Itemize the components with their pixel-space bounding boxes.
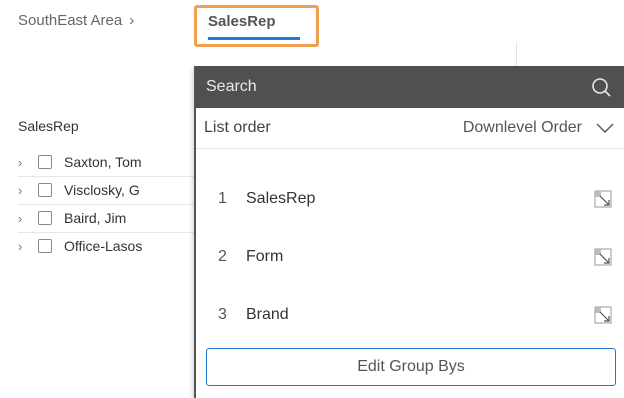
drilldown-icon[interactable] bbox=[594, 306, 612, 324]
item-label: Form bbox=[246, 248, 284, 265]
list-item[interactable]: › Baird, Jim bbox=[18, 204, 198, 233]
group-by-item[interactable]: 2 Form bbox=[196, 228, 624, 286]
row-checkbox[interactable] bbox=[38, 183, 52, 197]
list-item-label: Baird, Jim bbox=[64, 210, 127, 226]
chevron-right-icon[interactable]: › bbox=[18, 183, 32, 198]
breadcrumb-current-underline bbox=[208, 37, 300, 40]
search-input[interactable]: Search bbox=[196, 66, 624, 108]
group-by-item[interactable]: 3 Brand bbox=[196, 286, 624, 344]
item-index: 3 bbox=[218, 306, 227, 323]
item-index: 1 bbox=[218, 190, 227, 207]
list-item-label: Visclosky, G bbox=[64, 182, 140, 198]
search-placeholder[interactable]: Search bbox=[206, 78, 590, 96]
row-checkbox[interactable] bbox=[38, 155, 52, 169]
list-order-row: List order Downlevel Order bbox=[196, 108, 624, 149]
row-checkbox[interactable] bbox=[38, 239, 52, 253]
edit-group-bys-button[interactable]: Edit Group Bys bbox=[206, 348, 616, 386]
breadcrumb-current[interactable]: SalesRep bbox=[208, 13, 276, 30]
list-order-label: List order bbox=[204, 119, 271, 136]
list-item[interactable]: › Office-Lasos bbox=[18, 232, 198, 260]
list-item-label: Saxton, Tom bbox=[64, 154, 142, 170]
list-order-select[interactable]: Downlevel Order bbox=[463, 119, 614, 137]
list-order-value: Downlevel Order bbox=[462, 119, 582, 136]
chevron-right-icon[interactable]: › bbox=[18, 239, 32, 254]
item-index: 2 bbox=[218, 248, 227, 265]
list-item[interactable]: › Saxton, Tom bbox=[18, 148, 198, 177]
breadcrumb-separator: › bbox=[129, 12, 135, 29]
group-by-panel: Search List order Downlevel Order 1 Sale… bbox=[194, 66, 624, 398]
breadcrumb: SouthEast Area › bbox=[18, 12, 140, 29]
breadcrumb-parent[interactable]: SouthEast Area bbox=[18, 12, 122, 29]
item-label: Brand bbox=[246, 306, 289, 323]
row-checkbox[interactable] bbox=[38, 211, 52, 225]
divider bbox=[516, 42, 517, 66]
drilldown-icon[interactable] bbox=[594, 248, 612, 266]
drilldown-icon[interactable] bbox=[594, 190, 612, 208]
list-item-label: Office-Lasos bbox=[64, 238, 143, 254]
list-item[interactable]: › Visclosky, G bbox=[18, 176, 198, 205]
item-label: SalesRep bbox=[246, 190, 316, 207]
chevron-right-icon[interactable]: › bbox=[18, 155, 32, 170]
chevron-right-icon[interactable]: › bbox=[18, 211, 32, 226]
group-by-item[interactable]: 1 SalesRep bbox=[196, 170, 624, 228]
column-header-salesrep: SalesRep bbox=[18, 118, 79, 134]
chevron-down-icon[interactable] bbox=[596, 123, 614, 133]
search-icon[interactable] bbox=[590, 76, 612, 98]
